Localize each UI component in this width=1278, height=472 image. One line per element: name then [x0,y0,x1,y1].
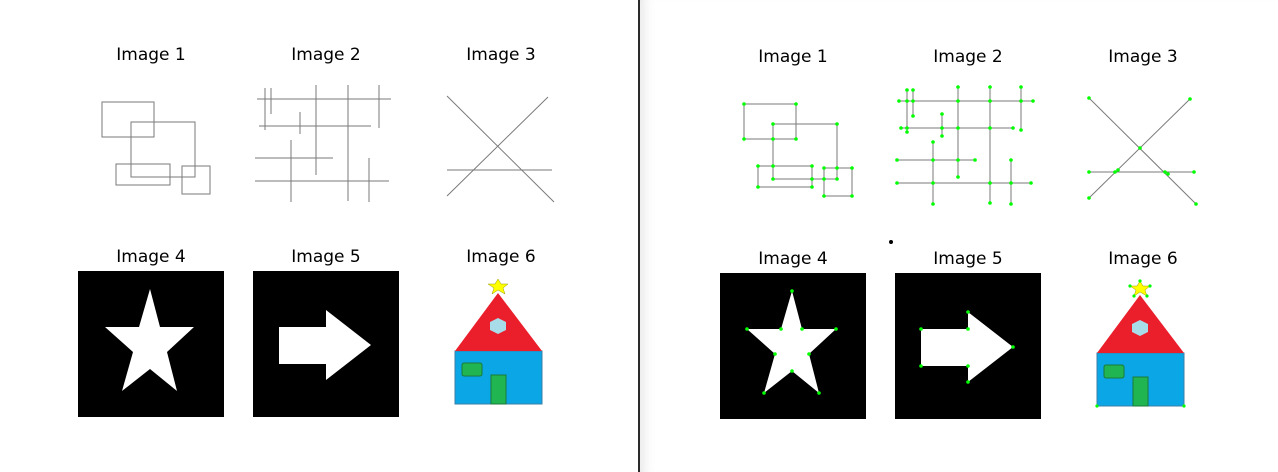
image-2-lines [253,70,399,216]
house-window [461,362,483,377]
panel-title: Image 5 [933,249,1003,269]
keypoints [895,85,1035,206]
panel-title: Image 2 [933,47,1003,67]
panel-title: Image 1 [758,47,828,67]
panel-title: Image 3 [1108,47,1178,67]
image-2-lines-keypoints [895,72,1041,218]
right-pane: Image 1 Image 2 Image 3 Image 4 Image 5 … [640,0,1278,472]
panel-title: Image 4 [758,249,828,269]
image-4-star [78,271,224,417]
rectangle-shape [101,101,155,138]
image-5-arrow [253,271,399,417]
rectangle-shape [115,163,171,186]
panel-title: Image 6 [466,247,536,267]
left-pane: Image 1 Image 2 Image 3 Image 4 Image 5 … [0,0,638,472]
house-door [490,374,507,405]
image-3-crossing-lines-keypoints [1070,72,1216,218]
image-6-house [428,271,574,417]
star-icon [1129,280,1151,297]
image-1-rectangles-keypoints [720,72,866,218]
image-3-crossing-lines [428,70,574,216]
panel-title: Image 3 [466,45,536,65]
image-1-rectangles [78,70,224,216]
rectangle-shape [130,121,196,178]
image-5-arrow-keypoints [895,273,1041,419]
stray-dot [889,240,893,244]
rectangle-shape [181,165,211,195]
panel-title: Image 1 [116,45,186,65]
panel-title: Image 4 [116,247,186,267]
panel-title: Image 2 [291,45,361,65]
panel-title: Image 5 [291,247,361,267]
image-6-house-keypoints [1070,273,1216,419]
panel-title: Image 6 [1108,249,1178,269]
image-4-star-keypoints [720,273,866,419]
star-icon [487,278,509,295]
